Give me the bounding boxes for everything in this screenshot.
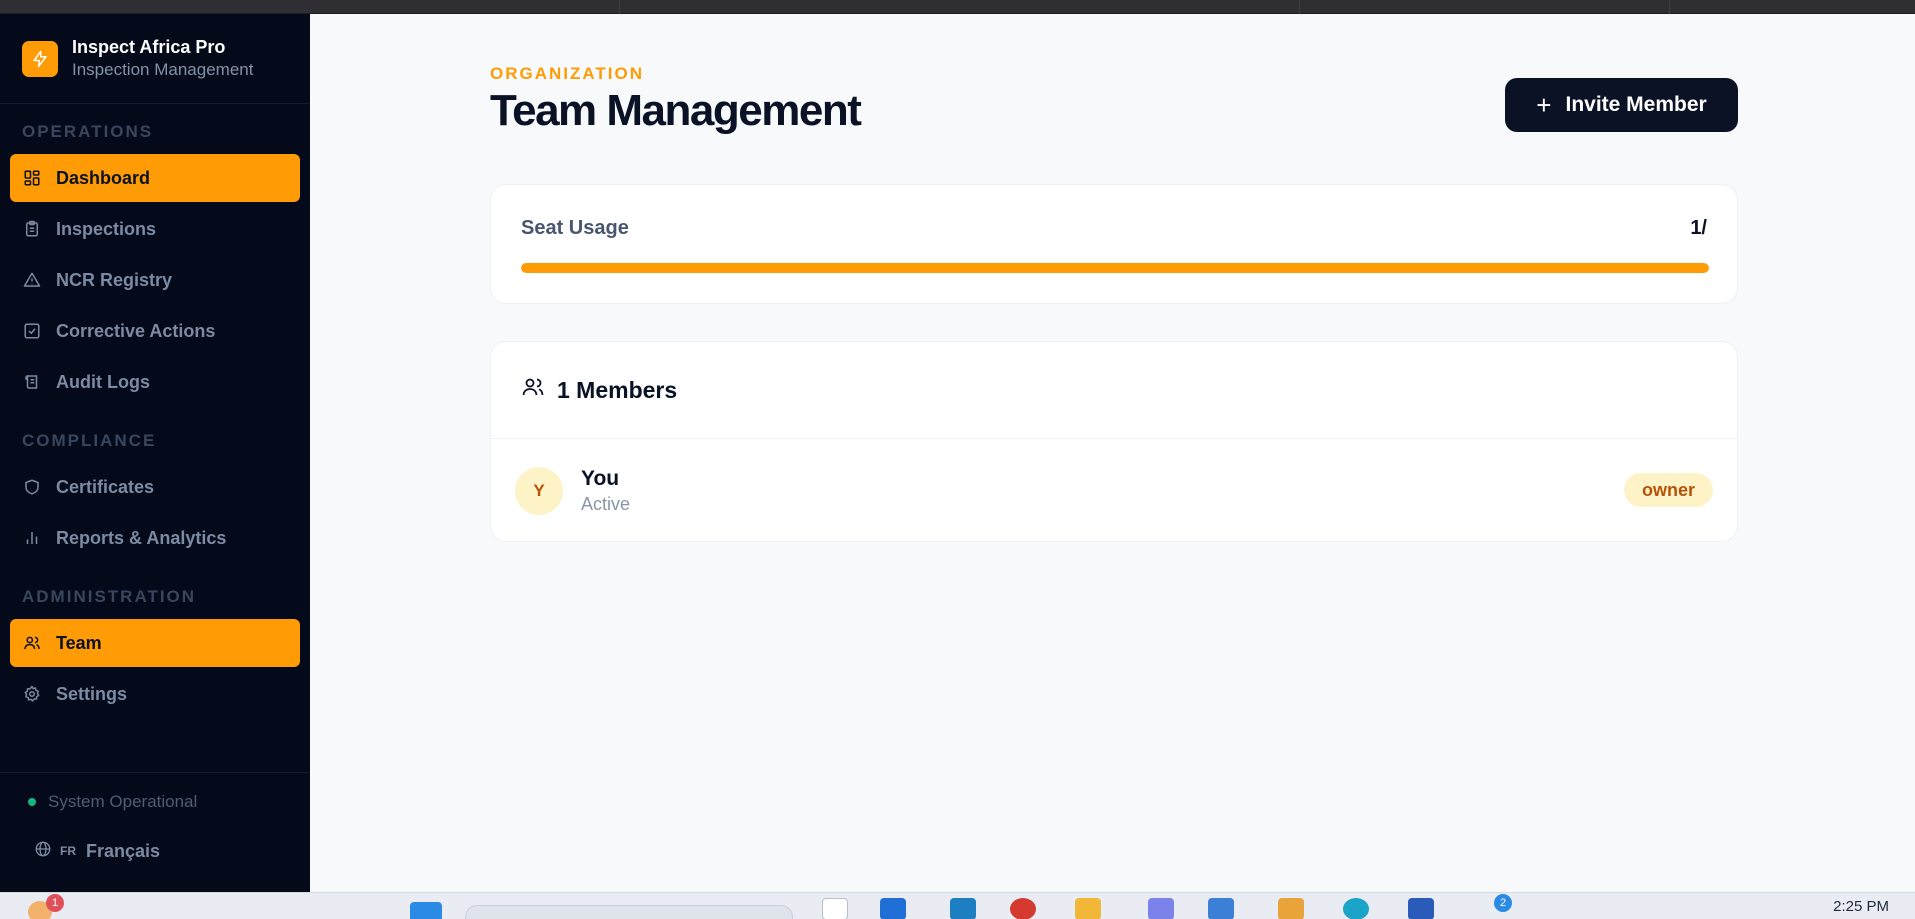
sidebar-item-ncr-registry[interactable]: NCR Registry: [10, 256, 300, 304]
notification-badge: 1: [46, 894, 64, 912]
invite-member-label: Invite Member: [1565, 93, 1707, 116]
notification-badge: 2: [1494, 894, 1512, 912]
plus-icon: +: [1536, 90, 1552, 120]
status-dot-icon: [28, 798, 36, 806]
brand-header[interactable]: Inspect Africa Pro Inspection Management: [0, 14, 310, 104]
teams-icon[interactable]: [1148, 898, 1174, 919]
edge-browser-icon[interactable]: [880, 898, 906, 919]
sidebar-item-label: Corrective Actions: [56, 320, 216, 341]
taskbar-clock[interactable]: 2:25 PM: [1833, 898, 1889, 915]
role-badge: owner: [1623, 473, 1713, 507]
word-icon[interactable]: [1408, 898, 1434, 919]
os-taskbar: 1 2 2:25 PM: [0, 892, 1915, 919]
sidebar-item-settings[interactable]: Settings: [10, 670, 300, 718]
bar-chart-icon: [22, 528, 42, 548]
start-menu-icon[interactable]: [410, 902, 442, 919]
sidebar-item-certificates[interactable]: Certificates: [10, 463, 300, 511]
app-icon[interactable]: [1343, 898, 1369, 919]
sidebar-item-label: Reports & Analytics: [56, 527, 227, 548]
globe-icon: [34, 840, 52, 863]
lightning-bolt-icon: [22, 40, 58, 77]
language-code: FR: [60, 844, 76, 858]
system-status: System Operational: [0, 773, 310, 831]
sidebar-footer: System Operational FR Français: [0, 772, 310, 892]
store-app-icon[interactable]: [950, 898, 976, 919]
chrome-browser-icon[interactable]: [1010, 898, 1036, 919]
sidebar-item-label: Inspections: [56, 218, 157, 239]
app-name: Inspect Africa Pro: [72, 36, 226, 57]
member-status: Active: [581, 493, 631, 514]
system-status-text: System Operational: [48, 792, 198, 811]
seat-usage-progress-track: [521, 263, 1709, 273]
page-title: Team Management: [490, 86, 862, 135]
users-icon: [521, 375, 557, 405]
sidebar: Inspect Africa Pro Inspection Management…: [0, 14, 310, 892]
task-view-icon[interactable]: [822, 898, 848, 919]
invite-member-button[interactable]: + Invite Member: [1505, 78, 1738, 132]
scroll-icon: [22, 372, 42, 392]
avatar: Y: [515, 466, 563, 515]
browser-tab[interactable]: [1300, 0, 1670, 14]
section-label-compliance: COMPLIANCE: [22, 431, 157, 450]
check-square-icon: [22, 321, 42, 341]
app-icon[interactable]: [1278, 898, 1304, 919]
language-label: Français: [86, 840, 161, 861]
sidebar-item-label: Certificates: [56, 476, 155, 497]
main-content: ORGANIZATION Team Management + Invite Me…: [310, 14, 1915, 892]
page-eyebrow: ORGANIZATION: [490, 64, 645, 83]
language-switcher[interactable]: FR Français: [0, 831, 310, 871]
sidebar-item-audit-logs[interactable]: Audit Logs: [10, 358, 300, 406]
sidebar-item-corrective-actions[interactable]: Corrective Actions: [10, 307, 300, 355]
outlook-icon[interactable]: [1208, 898, 1234, 919]
seat-usage-card: Seat Usage 1/: [490, 184, 1738, 304]
clipboard-icon: [22, 219, 42, 239]
app-tagline: Inspection Management: [72, 59, 254, 79]
users-icon: [22, 633, 42, 653]
file-explorer-icon[interactable]: [1075, 898, 1101, 919]
sidebar-item-label: NCR Registry: [56, 269, 173, 290]
browser-top-bar: [0, 0, 1915, 14]
gear-icon: [22, 684, 42, 704]
sidebar-item-inspections[interactable]: Inspections: [10, 205, 300, 253]
members-count-heading: 1 Members: [557, 376, 678, 403]
dashboard-grid-icon: [22, 168, 42, 188]
sidebar-item-team[interactable]: Team: [10, 619, 300, 667]
members-header: 1 Members: [491, 342, 1737, 439]
seat-usage-label: Seat Usage: [521, 217, 629, 239]
sidebar-item-label: Team: [56, 632, 102, 653]
section-label-administration: ADMINISTRATION: [22, 587, 197, 606]
sidebar-item-label: Audit Logs: [56, 371, 150, 392]
shield-icon: [22, 477, 42, 497]
taskbar-search[interactable]: [465, 905, 793, 919]
seat-usage-value: 1/: [1690, 217, 1707, 239]
sidebar-item-dashboard[interactable]: Dashboard: [10, 154, 300, 202]
warning-triangle-icon: [22, 270, 42, 290]
sidebar-item-label: Settings: [56, 683, 128, 704]
browser-tab[interactable]: [620, 0, 1300, 14]
sidebar-item-reports-analytics[interactable]: Reports & Analytics: [10, 514, 300, 562]
sidebar-item-label: Dashboard: [56, 167, 151, 188]
member-name: You: [581, 466, 620, 490]
members-card: 1 Members Y You Active owner: [490, 341, 1738, 542]
seat-usage-progress-fill: [521, 263, 1709, 273]
browser-tab[interactable]: [170, 0, 620, 14]
list-item[interactable]: Y You Active owner: [491, 439, 1737, 542]
section-label-operations: OPERATIONS: [22, 122, 154, 141]
